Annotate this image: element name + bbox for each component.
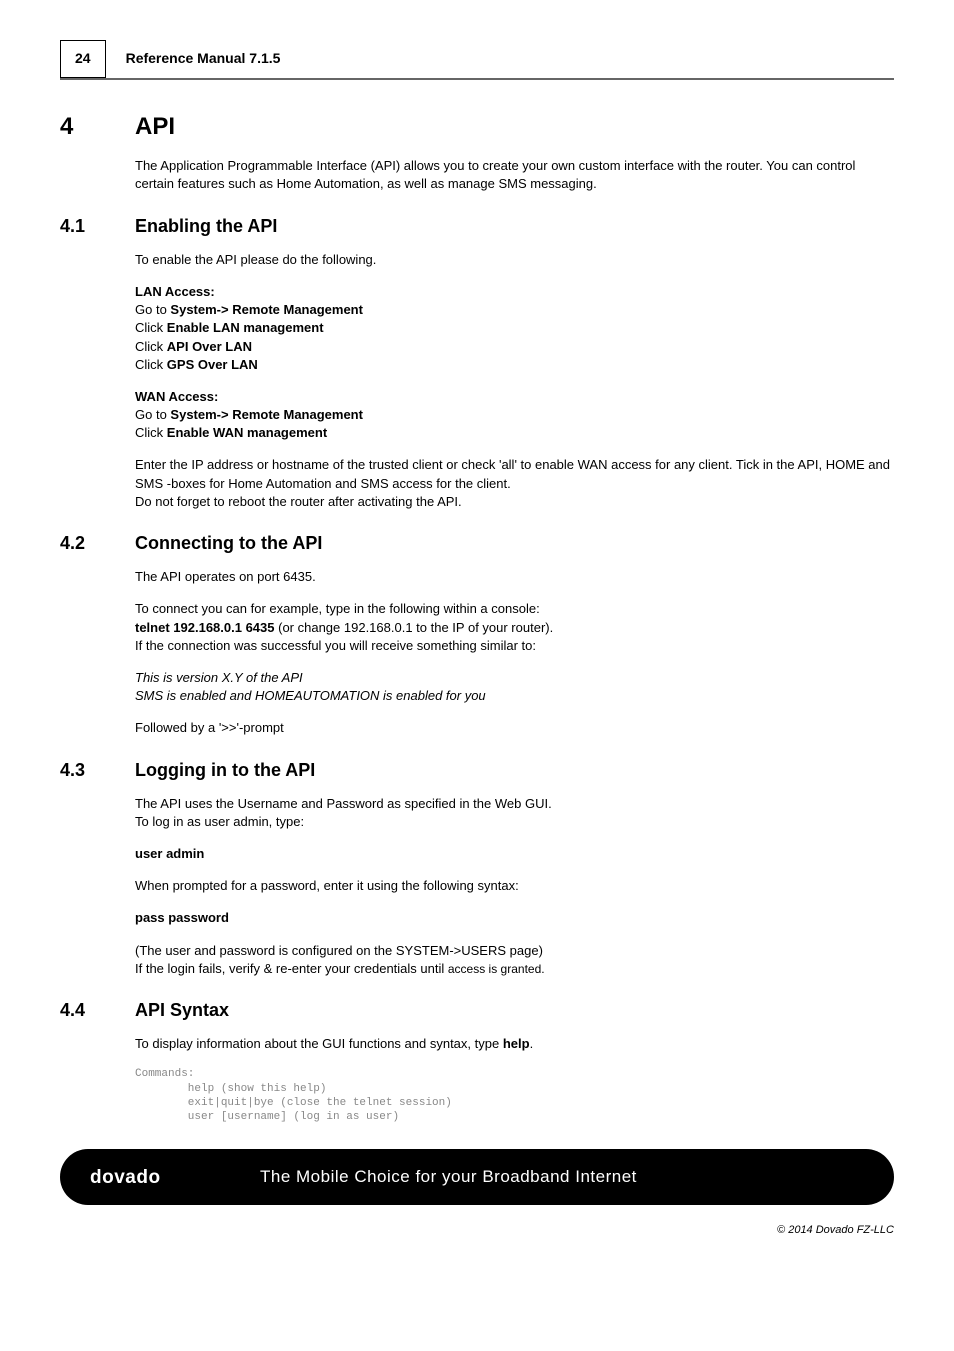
wan-l3-bold: Enable WAN management (167, 425, 327, 440)
svg-text:dovado: dovado (90, 1167, 161, 1188)
lan-l3-pre: Click (135, 320, 167, 335)
footer-bar: dovado The Mobile Choice for your Broadb… (60, 1149, 894, 1205)
section-number: 4 (60, 110, 135, 144)
section-4-3-content: The API uses the Username and Password a… (135, 795, 894, 978)
wan-access-block: WAN Access: Go to System-> Remote Manage… (135, 388, 894, 443)
subsection-title: API Syntax (135, 998, 229, 1023)
section-title: API (135, 110, 175, 144)
wan-line-3: Click Enable WAN management (135, 424, 894, 442)
lan-line-4: Click API Over LAN (135, 338, 894, 356)
section-4-1-content: To enable the API please do the followin… (135, 251, 894, 511)
footer-slogan: The Mobile Choice for your Broadband Int… (260, 1165, 637, 1189)
subsection-number: 4.1 (60, 214, 135, 239)
p-enter-ip: Enter the IP address or hostname of the … (135, 456, 894, 492)
header-title: Reference Manual 7.1.5 (126, 49, 281, 69)
connect-example-line3: If the connection was successful you wil… (135, 637, 894, 655)
page-number-box: 24 (60, 40, 106, 78)
subsection-number: 4.3 (60, 758, 135, 783)
lan-l5-bold: GPS Over LAN (167, 357, 258, 372)
subsection-number: 4.2 (60, 531, 135, 556)
help-bold: help (503, 1036, 530, 1051)
p-enable-api: To enable the API please do the followin… (135, 251, 894, 269)
p-api-port: The API operates on port 6435. (135, 568, 894, 586)
lan-line-5: Click GPS Over LAN (135, 356, 894, 374)
wan-access-label: WAN Access: (135, 388, 894, 406)
p-login-fail-pre: If the login fails, verify & re-enter yo… (135, 961, 448, 976)
p-login-fail-small: access is granted. (448, 962, 545, 976)
p-help-info: To display information about the GUI fun… (135, 1035, 894, 1053)
telnet-cmd-post: (or change 192.168.0.1 to the IP of your… (275, 620, 554, 635)
lan-l4-pre: Click (135, 339, 167, 354)
p-user-pass-note: (The user and password is configured on … (135, 942, 894, 960)
section-4-intro: The Application Programmable Interface (… (135, 157, 894, 193)
login-note-block: (The user and password is configured on … (135, 942, 894, 978)
wan-l2-pre: Go to (135, 407, 170, 422)
connect-example-block: To connect you can for example, type in … (135, 600, 894, 655)
p-api-login-intro: The API uses the Username and Password a… (135, 795, 894, 813)
telnet-cmd: telnet 192.168.0.1 6435 (135, 620, 275, 635)
login-intro-block: The API uses the Username and Password a… (135, 795, 894, 831)
connect-example-line1: To connect you can for example, type in … (135, 600, 894, 618)
connect-example-line2: telnet 192.168.0.1 6435 (or change 192.1… (135, 619, 894, 637)
wan-l3-pre: Click (135, 425, 167, 440)
subsection-title: Logging in to the API (135, 758, 315, 783)
subsection-title: Enabling the API (135, 214, 277, 239)
wan-line-2: Go to System-> Remote Management (135, 406, 894, 424)
dovado-logo: dovado (90, 1164, 240, 1189)
section-4-3-heading: 4.3 Logging in to the API (60, 758, 894, 783)
lan-line-2: Go to System-> Remote Management (135, 301, 894, 319)
section-4-4-content: To display information about the GUI fun… (135, 1035, 894, 1053)
p-login-admin: To log in as user admin, type: (135, 813, 894, 831)
commands-code-block: Commands: help (show this help) exit|qui… (135, 1067, 894, 1124)
section-4-heading: 4 API (60, 110, 894, 144)
section-4-2-heading: 4.2 Connecting to the API (60, 531, 894, 556)
lan-l2-pre: Go to (135, 302, 170, 317)
p-password-prompt: When prompted for a password, enter it u… (135, 877, 894, 895)
section-4-4-heading: 4.4 API Syntax (60, 998, 894, 1023)
lan-access-block: LAN Access: Go to System-> Remote Manage… (135, 283, 894, 374)
lan-l4-bold: API Over LAN (167, 339, 252, 354)
api-response-line1: This is version X.Y of the API (135, 669, 894, 687)
page-number: 24 (75, 50, 91, 66)
wan-l2-bold: System-> Remote Management (170, 407, 363, 422)
lan-access-label: LAN Access: (135, 283, 894, 301)
p-reboot-reminder: Do not forget to reboot the router after… (135, 493, 894, 511)
subsection-number: 4.4 (60, 998, 135, 1023)
section-4-1-heading: 4.1 Enabling the API (60, 214, 894, 239)
lan-l5-pre: Click (135, 357, 167, 372)
section-4-content: The Application Programmable Interface (… (135, 157, 894, 193)
page-header: 24 Reference Manual 7.1.5 (60, 40, 894, 80)
copyright: © 2014 Dovado FZ-LLC (60, 1223, 894, 1238)
help-post: . (530, 1036, 534, 1051)
lan-l3-bold: Enable LAN management (167, 320, 324, 335)
p-followed-prompt: Followed by a '>>'-prompt (135, 719, 894, 737)
section-4-2-content: The API operates on port 6435. To connec… (135, 568, 894, 737)
cmd-user-admin: user admin (135, 845, 894, 863)
p-login-fail: If the login fails, verify & re-enter yo… (135, 960, 894, 978)
subsection-title: Connecting to the API (135, 531, 322, 556)
api-response-line2: SMS is enabled and HOMEAUTOMATION is ena… (135, 687, 894, 705)
lan-l2-bold: System-> Remote Management (170, 302, 363, 317)
help-pre: To display information about the GUI fun… (135, 1036, 503, 1051)
lan-line-3: Click Enable LAN management (135, 319, 894, 337)
api-response-block: This is version X.Y of the API SMS is en… (135, 669, 894, 705)
cmd-pass-password: pass password (135, 909, 894, 927)
